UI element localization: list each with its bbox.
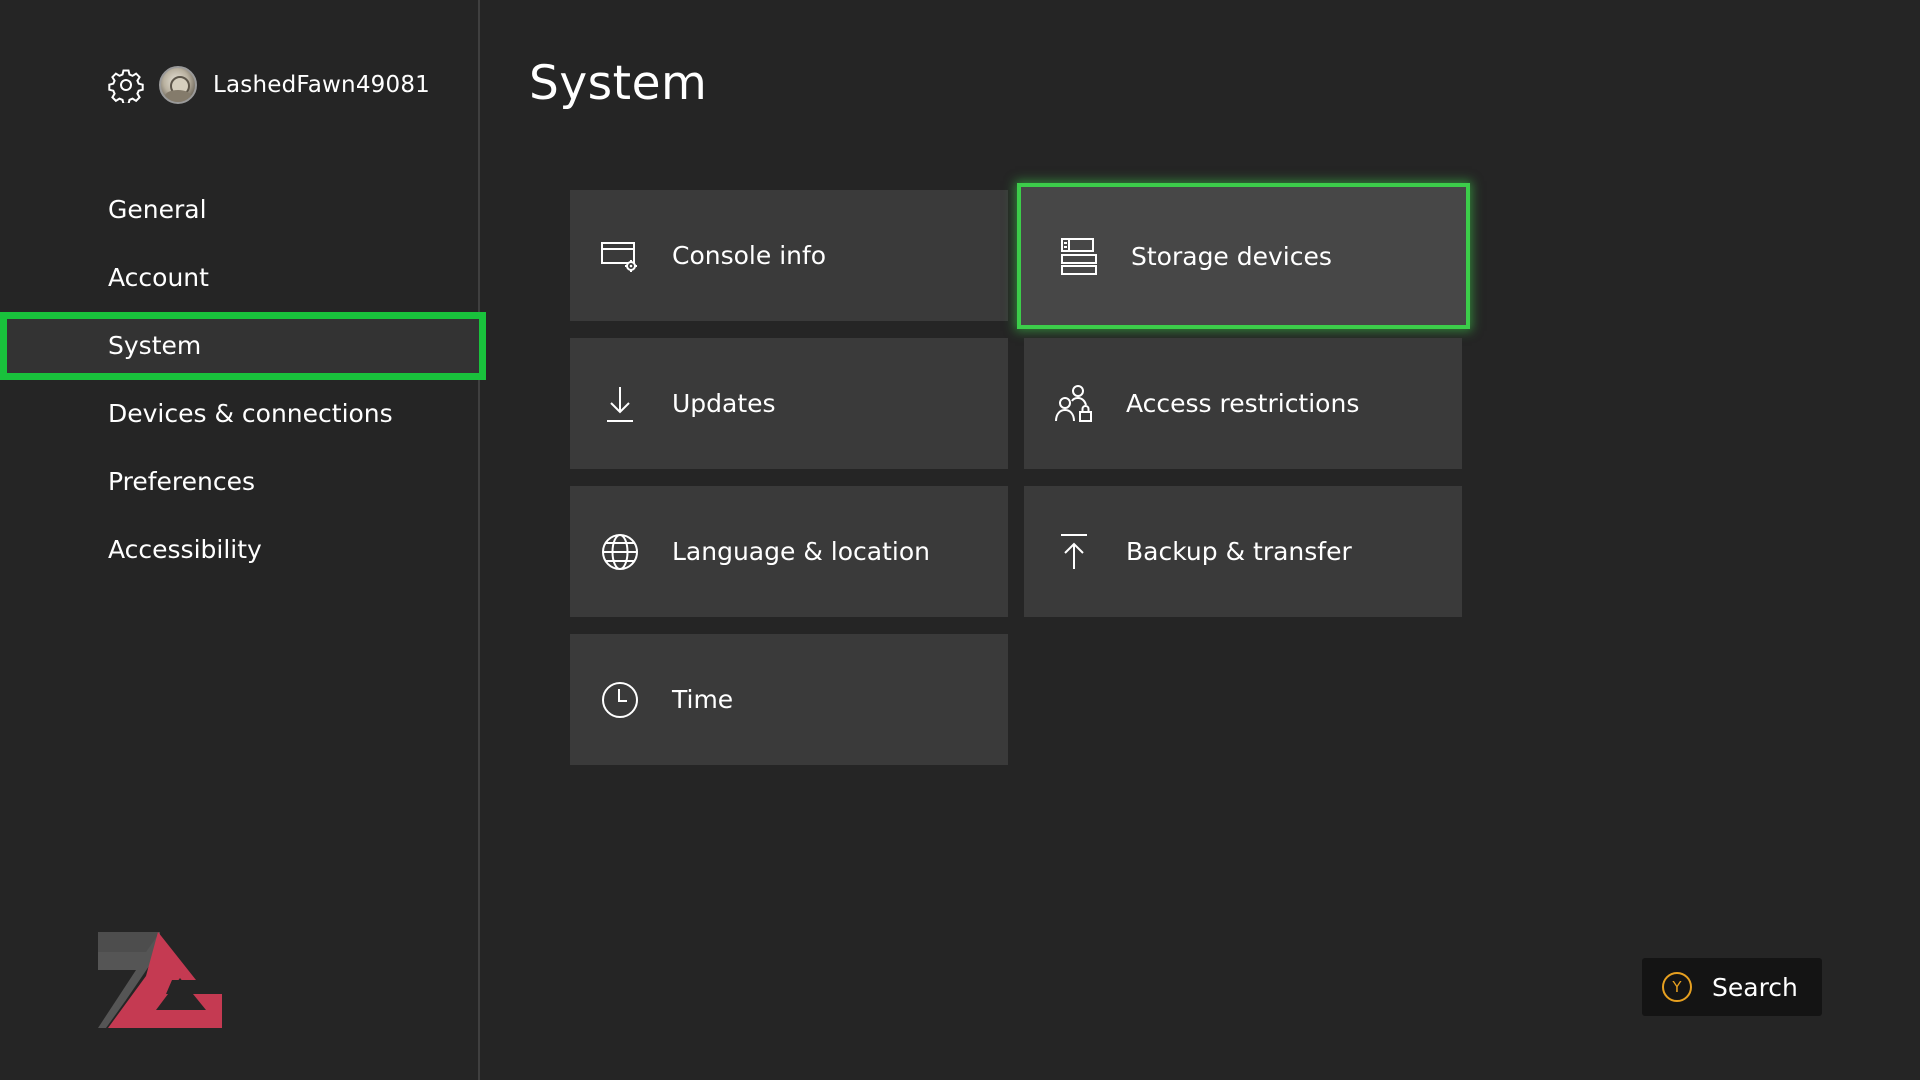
- sidebar-nav: General Account System Devices & connect…: [0, 176, 486, 584]
- username: LashedFawn49081: [213, 72, 430, 98]
- storage-icon: [1059, 236, 1099, 276]
- clock-icon: [600, 680, 640, 720]
- sidebar-item-label: Accessibility: [108, 535, 262, 564]
- sidebar-item-account[interactable]: Account: [0, 244, 480, 312]
- sidebar-item-general[interactable]: General: [0, 176, 480, 244]
- search-label: Search: [1712, 972, 1798, 1002]
- search-button[interactable]: Y Search: [1642, 958, 1822, 1016]
- sidebar-item-label: System: [108, 331, 202, 360]
- tile-time[interactable]: Time: [570, 634, 1008, 765]
- sidebar-item-label: Account: [108, 263, 209, 292]
- sidebar-item-devices-connections[interactable]: Devices & connections: [0, 380, 480, 448]
- tile-language-location[interactable]: Language & location: [570, 486, 1008, 617]
- tile-label: Time: [672, 685, 734, 714]
- sidebar-item-label: Preferences: [108, 467, 256, 496]
- people-lock-icon: [1054, 384, 1094, 424]
- settings-screen: LashedFawn49081 General Account System D…: [0, 0, 1920, 1080]
- profile-header: LashedFawn49081: [107, 64, 430, 106]
- download-icon: [600, 384, 640, 424]
- tile-storage-devices[interactable]: Storage devices: [1017, 183, 1470, 329]
- tile-console-info[interactable]: Console info: [570, 190, 1008, 321]
- tile-label: Storage devices: [1131, 241, 1332, 271]
- tile-label: Backup & transfer: [1126, 537, 1352, 566]
- gear-icon[interactable]: [107, 66, 145, 104]
- upload-icon: [1054, 532, 1094, 572]
- tile-label: Access restrictions: [1126, 389, 1360, 418]
- tile-label: Updates: [672, 389, 776, 418]
- tile-backup-transfer[interactable]: Backup & transfer: [1024, 486, 1462, 617]
- globe-icon: [600, 532, 640, 572]
- tile-updates[interactable]: Updates: [570, 338, 1008, 469]
- sidebar-item-accessibility[interactable]: Accessibility: [0, 516, 480, 584]
- watermark-logo: [96, 930, 226, 1030]
- tile-label: Language & location: [672, 537, 930, 566]
- avatar[interactable]: [159, 66, 197, 104]
- tile-label: Console info: [672, 241, 827, 270]
- console-info-icon: [600, 236, 640, 276]
- sidebar-item-label: Devices & connections: [108, 399, 393, 428]
- page-title: System: [529, 56, 708, 111]
- y-button-icon: Y: [1662, 972, 1692, 1002]
- sidebar: LashedFawn49081 General Account System D…: [0, 0, 486, 1080]
- sidebar-item-label: General: [108, 195, 207, 224]
- tile-access-restrictions[interactable]: Access restrictions: [1024, 338, 1462, 469]
- sidebar-item-preferences[interactable]: Preferences: [0, 448, 480, 516]
- sidebar-item-system[interactable]: System: [0, 312, 486, 380]
